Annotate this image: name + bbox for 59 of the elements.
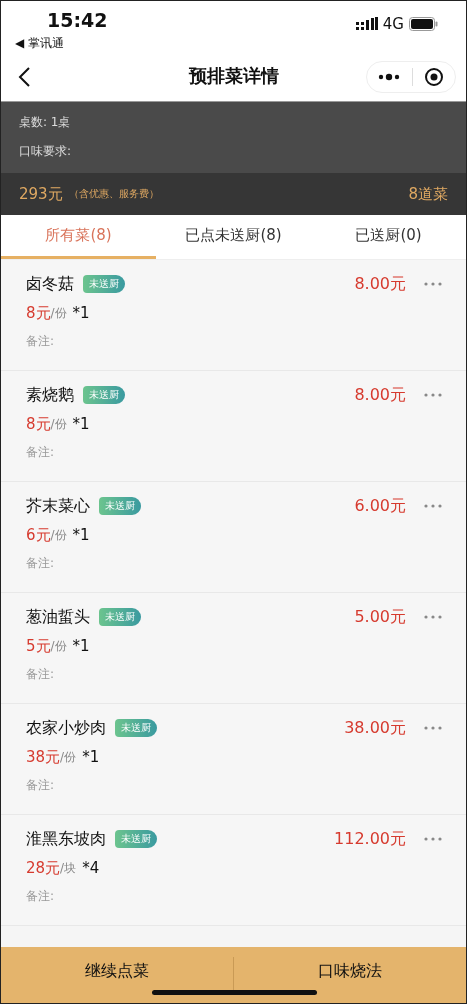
action-button[interactable]: 继续点菜 xyxy=(1,947,233,1003)
remark-label: 备注: xyxy=(26,777,56,794)
status-tag: 未送厨 xyxy=(115,830,157,848)
dish-name: 农家小炒肉 xyxy=(26,717,106,739)
unit-label: /份 xyxy=(50,526,67,544)
remark-label: 备注: xyxy=(26,888,56,905)
unit-price: 8元 xyxy=(26,414,51,434)
unit-label: /块 xyxy=(60,859,77,877)
quantity: *1 xyxy=(72,526,90,544)
dish-amount: 112.00元 xyxy=(334,828,406,850)
status-tag: 未送厨 xyxy=(83,275,125,293)
back-icon[interactable] xyxy=(17,66,31,88)
status-tag: 未送厨 xyxy=(99,608,141,626)
status-time: 15:42 xyxy=(47,9,108,31)
back-to-app-link[interactable]: ◀ 掌讯通 xyxy=(15,35,65,52)
remark-label: 备注: xyxy=(26,333,56,350)
taste-requirement-text: 口味要求: xyxy=(19,143,73,160)
dish-count: 8道菜 xyxy=(408,184,448,204)
unit-price: 6元 xyxy=(26,525,51,545)
action-button[interactable]: 口味烧法 xyxy=(234,947,466,1003)
quantity: *1 xyxy=(72,415,90,433)
dish-name: 葱油蜇头 xyxy=(26,606,90,628)
dish-name: 卤冬菇 xyxy=(26,273,74,295)
dish-amount: 5.00元 xyxy=(354,606,406,628)
quantity: *1 xyxy=(82,748,100,766)
network-label: 4G xyxy=(382,15,404,33)
price-note: （含优惠、服务费） xyxy=(68,187,159,201)
unit-label: /份 xyxy=(50,304,67,322)
remark-label: 备注: xyxy=(26,444,56,461)
filter-tab[interactable]: 已送厨(0) xyxy=(311,215,466,259)
filter-tab[interactable]: 已点未送厨(8) xyxy=(156,215,311,259)
total-price: 293元 xyxy=(19,184,63,204)
status-tag: 未送厨 xyxy=(115,719,157,737)
dish-name: 芥末菜心 xyxy=(26,495,90,517)
battery-icon xyxy=(409,17,438,31)
dish-name: 淮黑东坡肉 xyxy=(26,828,106,850)
unit-price: 38元 xyxy=(26,747,61,767)
dish-amount: 6.00元 xyxy=(354,495,406,517)
dish-name: 素烧鹅 xyxy=(26,384,74,406)
unit-label: /份 xyxy=(50,415,67,433)
dish-amount: 8.00元 xyxy=(354,273,406,295)
page-title: 预排菜详情 xyxy=(188,64,279,88)
unit-label: /份 xyxy=(50,637,67,655)
quantity: *1 xyxy=(72,637,90,655)
unit-price: 5元 xyxy=(26,636,51,656)
unit-price: 28元 xyxy=(26,858,61,878)
remark-label: 备注: xyxy=(26,666,56,683)
more-icon[interactable] xyxy=(378,73,401,81)
unit-label: /份 xyxy=(60,748,77,766)
signal-icon xyxy=(355,17,378,31)
table-count-text: 桌数: 1桌 xyxy=(19,114,72,131)
quantity: *4 xyxy=(82,859,100,877)
dish-amount: 38.00元 xyxy=(344,717,406,739)
unit-price: 8元 xyxy=(26,303,51,323)
status-tag: 未送厨 xyxy=(99,497,141,515)
status-tag: 未送厨 xyxy=(83,386,125,404)
remark-label: 备注: xyxy=(26,555,56,572)
dish-amount: 8.00元 xyxy=(354,384,406,406)
quantity: *1 xyxy=(72,304,90,322)
